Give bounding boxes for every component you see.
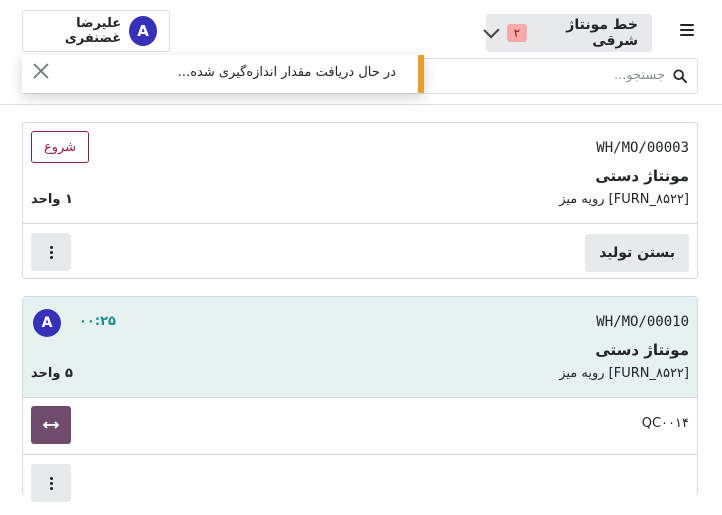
workcenter-label: خط مونتاژ شرقی [566, 17, 638, 49]
start-button[interactable]: شروع [31, 131, 89, 163]
kebab-icon [49, 245, 53, 259]
top-bar: خط مونتاژ شرقی ۲ A علیرضا غضنفری جستجو..… [0, 0, 722, 105]
kebab-icon [49, 476, 53, 490]
more-actions-button[interactable] [31, 233, 71, 271]
card-footer: بستن تولید [23, 224, 697, 280]
operation-name: مونتاژ دستی [595, 167, 689, 185]
more-actions-button[interactable] [31, 464, 71, 502]
close-production-button[interactable]: بستن تولید [585, 234, 689, 272]
toast-message: در حال دریافت مقدار اندازه‌گیری شده... [177, 65, 396, 80]
workorder-card[interactable]: WH/MO/00003 مونتاژ دستی [FURN_۸۵۲۲] رویه… [22, 122, 698, 279]
arrows-horizontal-icon [42, 421, 60, 429]
close-icon[interactable] [32, 61, 50, 81]
employee-button[interactable]: A علیرضا غضنفری [22, 10, 170, 52]
card-footer [23, 455, 697, 511]
search-placeholder: جستجو... [613, 68, 665, 83]
notification-toast: در حال دریافت مقدار اندازه‌گیری شده... [22, 55, 424, 93]
step-label: QC۰۰۱۴ [641, 416, 689, 431]
workcenter-dropdown[interactable]: خط مونتاژ شرقی ۲ [483, 14, 652, 52]
product-name: [FURN_۸۵۲۲] رویه میز [559, 366, 689, 381]
mo-reference: WH/MO/00003 [596, 140, 689, 156]
operation-name: مونتاژ دستی [595, 341, 689, 359]
employee-name: علیرضا غضنفری [64, 16, 122, 46]
search-icon [673, 69, 687, 83]
chevron-down-icon [483, 22, 500, 39]
card-header[interactable]: WH/MO/00010 مونتاژ دستی [FURN_۸۵۲۲] رویه… [23, 297, 697, 398]
quantity: ۵ واحد [31, 366, 73, 381]
operator-avatar: A [33, 309, 61, 337]
hamburger-icon[interactable] [680, 24, 694, 36]
mo-reference: WH/MO/00010 [596, 314, 689, 330]
step-action-button[interactable] [31, 406, 71, 444]
product-name: [FURN_۸۵۲۲] رویه میز [559, 192, 689, 207]
quality-check-row[interactable]: QC۰۰۱۴ [23, 398, 697, 455]
card-header[interactable]: WH/MO/00003 مونتاژ دستی [FURN_۸۵۲۲] رویه… [23, 123, 697, 224]
workcenter-count-badge: ۲ [506, 24, 528, 42]
workorder-card-active[interactable]: WH/MO/00010 مونتاژ دستی [FURN_۸۵۲۲] رویه… [22, 296, 698, 502]
duration-timer: ۰۰:۲۵ [79, 314, 116, 329]
employee-avatar: A [129, 16, 157, 46]
quantity: ۱ واحد [31, 192, 73, 207]
